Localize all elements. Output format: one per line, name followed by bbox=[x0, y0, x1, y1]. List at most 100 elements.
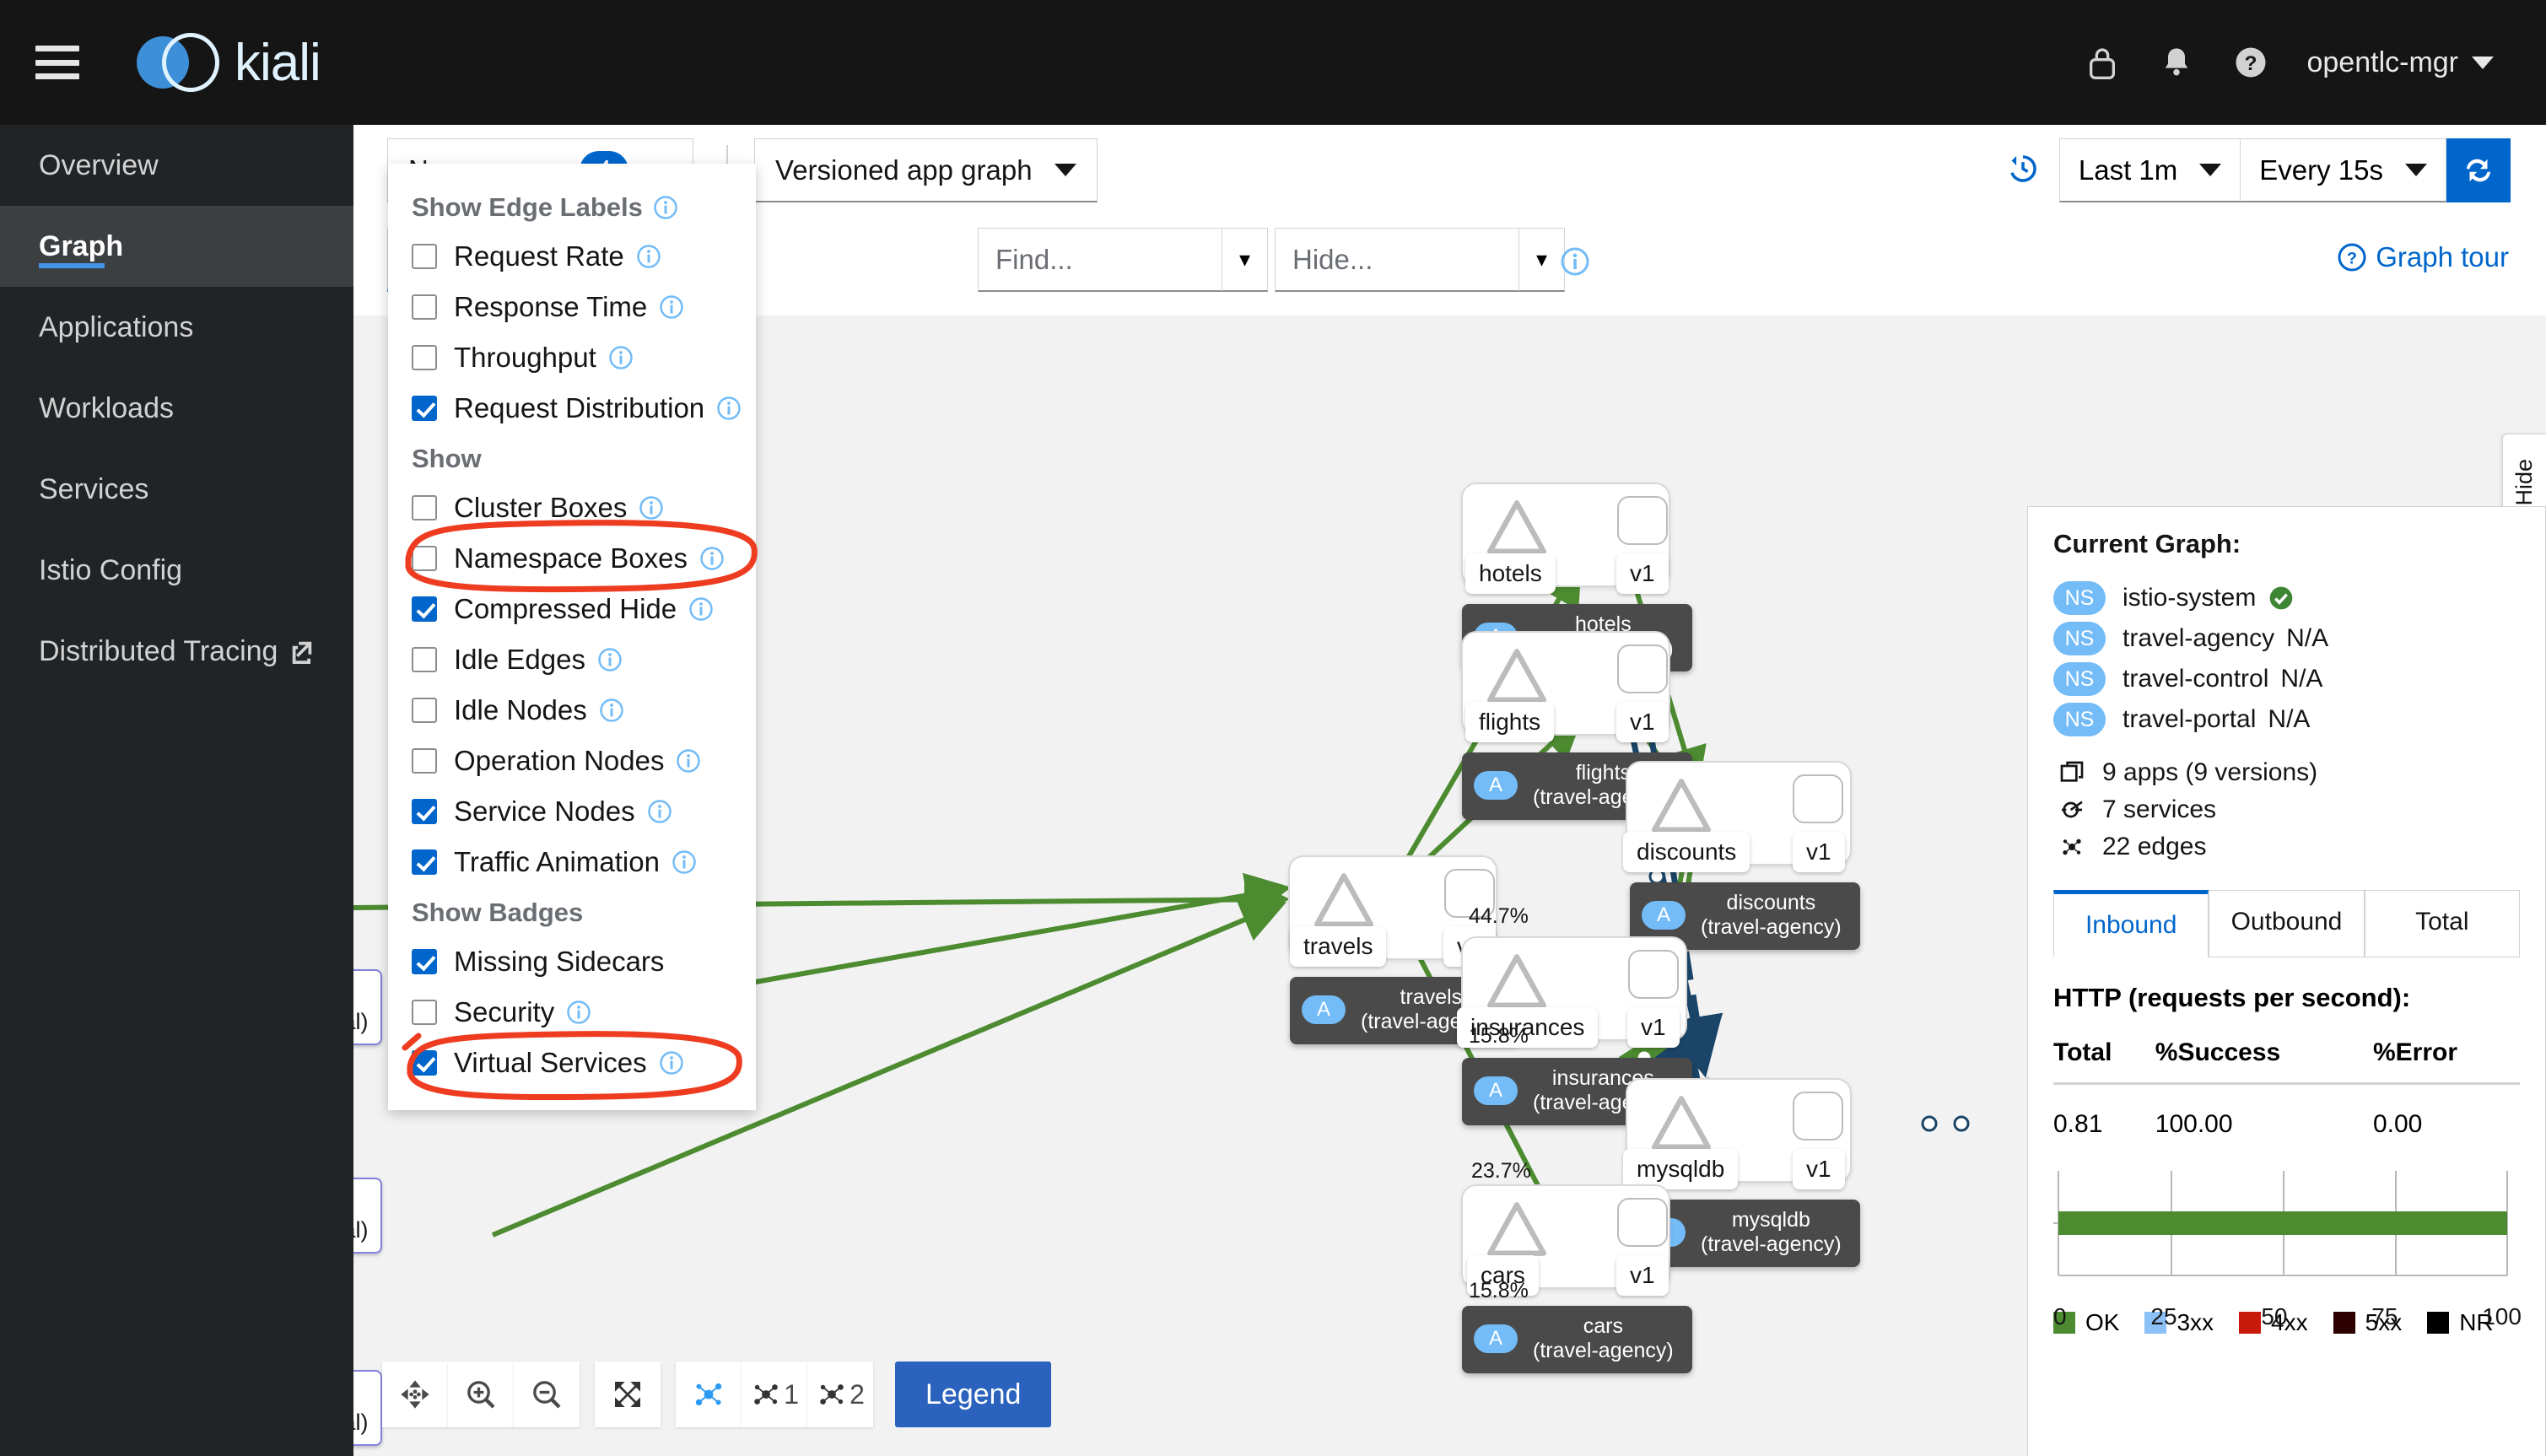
checkbox-row-idle-nodes[interactable]: Idle Nodes bbox=[388, 685, 756, 736]
sidebar-item-workloads[interactable]: Workloads bbox=[0, 368, 353, 449]
checkbox[interactable] bbox=[412, 345, 437, 370]
sidebar-item-services[interactable]: Services bbox=[0, 449, 353, 530]
layout-2-button[interactable]: 2 bbox=[807, 1362, 873, 1427]
graph-node-portal[interactable]: i ortal) bbox=[353, 969, 382, 1046]
info-icon[interactable] bbox=[716, 396, 742, 421]
brand-logo-group[interactable]: kiali bbox=[137, 30, 321, 94]
info-icon[interactable] bbox=[672, 849, 697, 875]
checkbox-row-cluster-boxes[interactable]: Cluster Boxes bbox=[388, 483, 756, 533]
checkbox[interactable] bbox=[412, 949, 437, 974]
table-header-row: Total %Success %Error bbox=[2053, 1033, 2520, 1085]
checkbox-row-virtual-services[interactable]: Virtual Services bbox=[388, 1038, 756, 1088]
portal-node-line2: ortal) bbox=[353, 1410, 369, 1436]
checkbox[interactable] bbox=[412, 396, 437, 421]
graph-node-portal[interactable]: s ortal) bbox=[353, 1178, 382, 1254]
duration-selector[interactable]: Last 1m bbox=[2058, 138, 2241, 202]
tooltip-namespace: travel-agency bbox=[1540, 1339, 1667, 1362]
checkbox-row-request-rate[interactable]: Request Rate bbox=[388, 231, 756, 282]
checkbox-label: Response Time bbox=[454, 291, 648, 322]
layout-default-button[interactable] bbox=[676, 1362, 742, 1427]
checkbox[interactable] bbox=[412, 244, 437, 269]
checkbox-row-request-distribution[interactable]: Request Distribution bbox=[388, 383, 756, 434]
checkbox-row-response-time[interactable]: Response Time bbox=[388, 282, 756, 332]
info-icon[interactable] bbox=[608, 345, 634, 370]
info-icon[interactable] bbox=[566, 1000, 591, 1025]
sidebar-item-distributed-tracing[interactable]: Distributed Tracing bbox=[0, 611, 353, 692]
expand-icon[interactable] bbox=[595, 1362, 661, 1427]
checkbox[interactable] bbox=[412, 1050, 437, 1076]
hide-input[interactable]: Hide... bbox=[1275, 228, 1519, 292]
checkbox-row-operation-nodes[interactable]: Operation Nodes bbox=[388, 736, 756, 786]
tab-total[interactable]: Total bbox=[2364, 890, 2520, 957]
chevron-down-icon[interactable] bbox=[2472, 56, 2494, 69]
lock-icon[interactable] bbox=[2065, 25, 2139, 100]
graph-node-portal[interactable]: es ortal) bbox=[353, 1370, 382, 1447]
user-name[interactable]: opentlc-mgr bbox=[2306, 46, 2458, 79]
info-icon[interactable] bbox=[647, 799, 672, 824]
bell-icon[interactable] bbox=[2139, 25, 2214, 100]
column-header-total: Total bbox=[2053, 1033, 2155, 1085]
graph-node-label-travels: travels bbox=[1290, 926, 1387, 967]
layout-1-button[interactable]: 1 bbox=[742, 1362, 807, 1427]
checkbox-row-compressed-hide[interactable]: Compressed Hide bbox=[388, 584, 756, 634]
checkbox-label: Cluster Boxes bbox=[454, 492, 628, 523]
find-dropdown-toggle[interactable]: ▾ bbox=[1222, 228, 1268, 292]
health-ok-icon bbox=[2268, 585, 2295, 612]
tab-outbound[interactable]: Outbound bbox=[2209, 890, 2365, 957]
app-badge: A bbox=[1474, 1324, 1518, 1353]
legend-button[interactable]: Legend bbox=[895, 1362, 1052, 1427]
sidebar-item-graph[interactable]: Graph bbox=[0, 206, 353, 287]
info-icon[interactable] bbox=[1560, 246, 1590, 281]
checkbox[interactable] bbox=[412, 596, 437, 622]
info-icon[interactable] bbox=[659, 294, 684, 320]
ns-status: N/A bbox=[2280, 665, 2323, 693]
graph-tour-link[interactable]: ? Graph tour bbox=[2337, 241, 2509, 273]
stat-text-apps: 9 apps (9 versions) bbox=[2102, 758, 2318, 786]
checkbox-row-security[interactable]: Security bbox=[388, 987, 756, 1038]
info-icon[interactable] bbox=[699, 546, 725, 571]
checkbox[interactable] bbox=[412, 748, 437, 774]
info-icon[interactable] bbox=[688, 596, 714, 622]
info-icon[interactable] bbox=[676, 748, 701, 774]
drag-move-icon[interactable] bbox=[382, 1362, 448, 1427]
checkbox-row-throughput[interactable]: Throughput bbox=[388, 332, 756, 383]
checkbox[interactable] bbox=[412, 1000, 437, 1025]
checkbox-row-namespace-boxes[interactable]: Namespace Boxes bbox=[388, 533, 756, 584]
help-icon[interactable]: ? bbox=[2214, 25, 2288, 100]
zoom-out-icon[interactable] bbox=[514, 1362, 580, 1427]
info-icon[interactable] bbox=[636, 244, 661, 269]
checkbox[interactable] bbox=[412, 495, 437, 520]
masthead: kiali ? opentlc-mgr bbox=[0, 0, 2546, 125]
column-header-error: %Error bbox=[2372, 1033, 2520, 1085]
layout-2-label: 2 bbox=[850, 1378, 865, 1410]
checkbox[interactable] bbox=[412, 294, 437, 320]
checkbox[interactable] bbox=[412, 647, 437, 672]
checkbox[interactable] bbox=[412, 698, 437, 723]
refresh-interval-selector[interactable]: Every 15s bbox=[2241, 138, 2446, 202]
sidebar-item-label: Distributed Tracing bbox=[39, 634, 278, 667]
checkbox[interactable] bbox=[412, 799, 437, 824]
sidebar-item-overview[interactable]: Overview bbox=[0, 125, 353, 206]
info-icon[interactable] bbox=[659, 1050, 684, 1076]
menu-icon[interactable] bbox=[35, 46, 79, 79]
sidebar-item-applications[interactable]: Applications bbox=[0, 287, 353, 368]
zoom-in-icon[interactable] bbox=[448, 1362, 514, 1427]
checkbox-row-idle-edges[interactable]: Idle Edges bbox=[388, 634, 756, 685]
history-icon[interactable] bbox=[2005, 151, 2041, 191]
checkbox-row-missing-sidecars[interactable]: Missing Sidecars bbox=[388, 936, 756, 987]
checkbox-row-traffic-animation[interactable]: Traffic Animation bbox=[388, 837, 756, 887]
checkbox[interactable] bbox=[412, 849, 437, 875]
info-icon[interactable] bbox=[597, 647, 623, 672]
info-icon[interactable] bbox=[639, 495, 664, 520]
refresh-button[interactable] bbox=[2446, 138, 2511, 202]
checkbox-row-service-nodes[interactable]: Service Nodes bbox=[388, 786, 756, 837]
checkbox-label: Compressed Hide bbox=[454, 593, 677, 624]
info-icon[interactable] bbox=[653, 195, 678, 220]
checkbox[interactable] bbox=[412, 546, 437, 571]
graph-type-selector[interactable]: Versioned app graph bbox=[754, 138, 1098, 202]
info-icon[interactable] bbox=[599, 698, 624, 723]
hide-dropdown-toggle[interactable]: ▾ bbox=[1519, 228, 1565, 292]
sidebar-item-istio-config[interactable]: Istio Config bbox=[0, 530, 353, 611]
tab-inbound[interactable]: Inbound bbox=[2053, 890, 2209, 957]
find-input[interactable]: Find... bbox=[978, 228, 1222, 292]
